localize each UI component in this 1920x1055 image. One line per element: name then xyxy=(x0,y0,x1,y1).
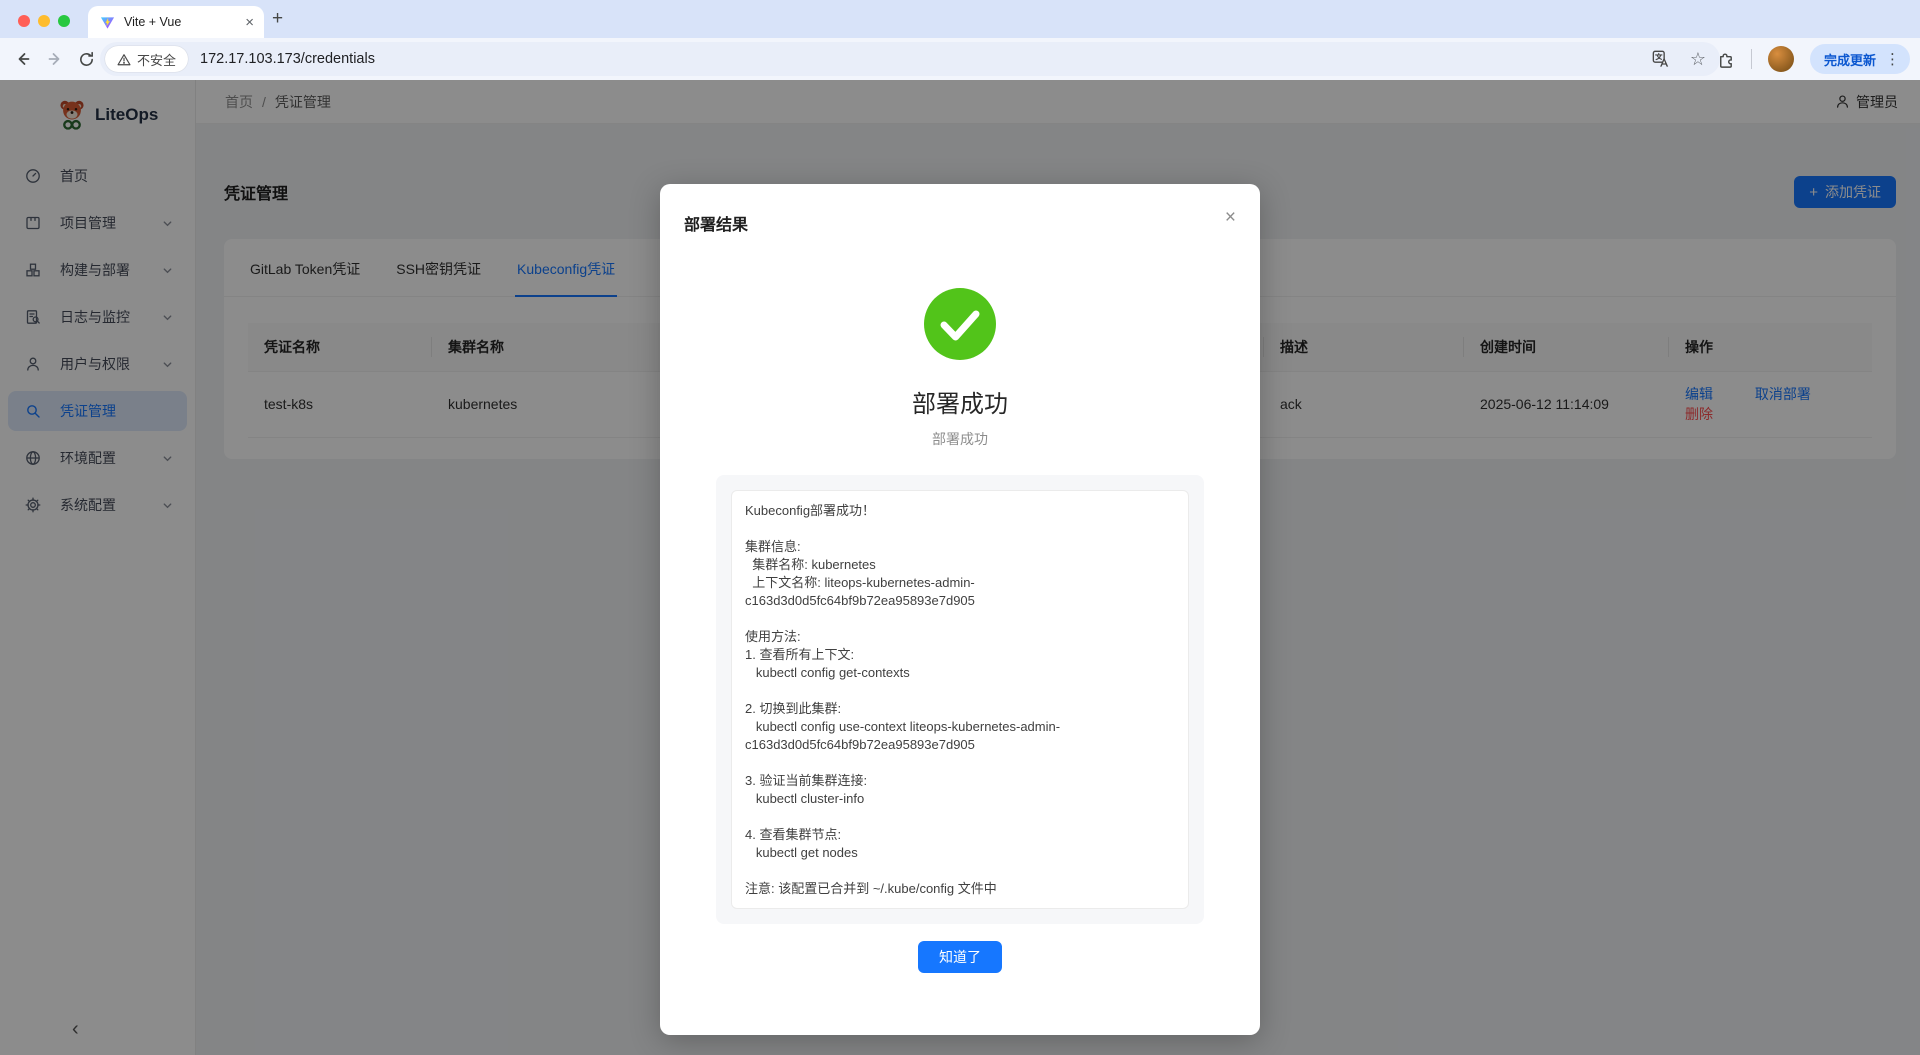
browser-tab[interactable]: Vite + Vue × xyxy=(88,6,264,38)
update-chrome-button[interactable]: 完成更新 ⋮ xyxy=(1810,44,1910,74)
vite-favicon xyxy=(100,15,115,30)
toolbar-divider xyxy=(1751,49,1752,69)
success-check-icon xyxy=(924,288,996,360)
tab-close-icon[interactable]: × xyxy=(245,15,254,30)
forward-icon[interactable] xyxy=(46,50,64,68)
bookmark-star-icon[interactable]: ☆ xyxy=(1690,50,1706,68)
modal-title: 部署结果 xyxy=(660,184,1260,235)
close-window-button[interactable] xyxy=(18,15,30,27)
modal-close-icon[interactable]: × xyxy=(1225,208,1236,227)
back-icon[interactable] xyxy=(14,50,32,68)
security-label: 不安全 xyxy=(137,50,176,69)
output-box: Kubeconfig部署成功！ 集群信息: 集群名称: kubernetes 上… xyxy=(731,490,1189,909)
kubeconfig-output-text: Kubeconfig部署成功！ 集群信息: 集群名称: kubernetes 上… xyxy=(745,502,1175,898)
window-controls xyxy=(18,15,70,27)
ok-button[interactable]: 知道了 xyxy=(918,941,1002,973)
zoom-window-button[interactable] xyxy=(58,15,70,27)
address-bar[interactable]: 不安全 172.17.103.173/credentials ☆ xyxy=(100,42,1720,76)
minimize-window-button[interactable] xyxy=(38,15,50,27)
new-tab-button[interactable]: + xyxy=(272,9,283,29)
url-text[interactable]: 172.17.103.173/credentials xyxy=(200,51,1652,67)
deploy-result-modal: 部署结果 × 部署成功 部署成功 Kubeconfig部署成功！ 集群信息: 集… xyxy=(660,184,1260,1035)
menu-dots-icon[interactable]: ⋮ xyxy=(1885,50,1900,68)
tab-strip: Vite + Vue × + xyxy=(0,0,1920,38)
output-panel: Kubeconfig部署成功！ 集群信息: 集群名称: kubernetes 上… xyxy=(716,475,1204,924)
browser-toolbar: 不安全 172.17.103.173/credentials ☆ xyxy=(0,38,1920,80)
not-secure-warning-icon xyxy=(117,53,131,66)
browser-chrome: Vite + Vue × + 不安全 172.17.103.173/creden… xyxy=(0,0,1920,80)
translate-icon[interactable] xyxy=(1652,50,1670,68)
app-viewport: LiteOps 首页 项目管理 xyxy=(0,80,1920,1055)
reload-icon[interactable] xyxy=(78,51,95,68)
profile-avatar[interactable] xyxy=(1768,46,1794,72)
security-chip[interactable]: 不安全 xyxy=(105,46,188,72)
update-chrome-label: 完成更新 xyxy=(1824,50,1876,69)
extensions-puzzle-icon[interactable] xyxy=(1716,50,1735,69)
result-title: 部署成功 xyxy=(660,384,1260,419)
result-subtitle: 部署成功 xyxy=(660,429,1260,449)
tab-title: Vite + Vue xyxy=(124,15,245,29)
